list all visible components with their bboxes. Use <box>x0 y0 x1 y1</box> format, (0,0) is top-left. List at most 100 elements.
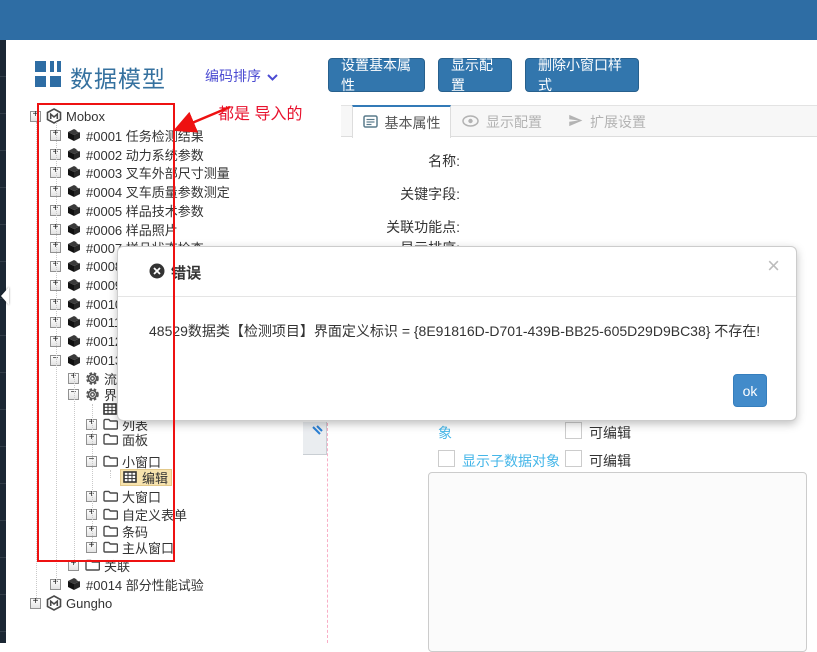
tree-item-content: #0013 <box>66 352 122 368</box>
editable-checkbox-1[interactable] <box>565 422 582 439</box>
tree-item-label: #0002 动力系统参数 <box>86 145 204 164</box>
tree-guide-line <box>110 470 111 478</box>
dialog-header: 错误 × <box>118 247 796 297</box>
tab-extend-label: 扩展设置 <box>590 112 646 132</box>
tree-item-label: 主从窗口 <box>122 538 174 557</box>
tree-item-content: Gungho <box>46 595 112 611</box>
collapse-arrow-icon[interactable] <box>1 287 9 305</box>
folder-icon <box>102 431 118 447</box>
tree-item-label: 关联 <box>104 556 130 575</box>
grid-logo-icon <box>35 61 61 87</box>
tab-basic-props[interactable]: 基本属性 <box>352 105 451 138</box>
display-config-button[interactable]: 显示配置 <box>438 58 512 92</box>
sort-label: 编码排序 <box>205 66 261 86</box>
tree-item-label: 面板 <box>122 430 148 449</box>
close-icon[interactable]: × <box>767 255 780 277</box>
tree-item-content: #0010 <box>66 296 122 312</box>
folder-icon <box>102 539 118 555</box>
wrapped-label-tail: 象 <box>438 423 452 443</box>
selected-tree-item: 编辑 <box>120 469 172 486</box>
show-child-checkbox[interactable] <box>438 450 455 467</box>
tab-display-config[interactable]: 显示配置 <box>462 105 542 138</box>
cube-icon <box>66 127 82 143</box>
content-panel <box>428 472 807 652</box>
tree-item-content: #0005 样品技术参数 <box>66 201 204 220</box>
tree-item-content: #0001 任务检测结果 <box>66 126 204 145</box>
cube-icon <box>66 296 82 312</box>
tree-item-label: #0003 叉车外部尺寸测量 <box>86 163 230 182</box>
dialog-message: 48529数据类【检测项目】界面定义标识 = {8E91816D-D701-43… <box>149 321 776 341</box>
tab-basic-label: 基本属性 <box>385 113 441 133</box>
page-title: 数据模型 <box>70 60 166 94</box>
editable-label-1: 可编辑 <box>589 423 631 443</box>
annotation-text: 都是 导入的 <box>218 100 302 124</box>
related-function-label: 关联功能点: <box>320 217 460 237</box>
tree-item-content: Mobox <box>46 108 105 124</box>
tree-item-label: Mobox <box>66 109 105 124</box>
cube-icon <box>66 239 82 255</box>
cube-icon <box>66 146 82 162</box>
key-field-label: 关键字段: <box>320 184 460 204</box>
send-icon <box>568 113 583 131</box>
tree-guide-line <box>36 122 37 600</box>
cube-icon <box>66 221 82 237</box>
cube-icon <box>66 258 82 274</box>
cube-icon <box>66 576 82 592</box>
show-child-label: 显示子数据对象 <box>462 451 560 471</box>
cube-icon <box>66 277 82 293</box>
tree-item-content: 主从窗口 <box>102 538 174 557</box>
editable-label-2: 可编辑 <box>589 451 631 471</box>
tree-item-content: 关联 <box>84 556 130 575</box>
tree-item-content: #0003 叉车外部尺寸测量 <box>66 163 230 182</box>
tree-guide-line <box>74 372 75 564</box>
tree-item-label: 编辑 <box>142 468 168 487</box>
cube-icon <box>66 183 82 199</box>
ok-button[interactable]: ok <box>733 374 767 407</box>
set-basic-props-button[interactable]: 设置基本属性 <box>328 58 425 92</box>
cube-icon <box>66 352 82 368</box>
tree-item-content: #0009 <box>66 277 122 293</box>
editable-checkbox-2[interactable] <box>565 450 582 467</box>
dialog-title: 错误 <box>149 262 201 283</box>
tree-item-content: #0014 部分性能试验 <box>66 575 204 594</box>
cube-icon <box>66 314 82 330</box>
tree-item-content: #0002 动力系统参数 <box>66 145 204 164</box>
eye-icon <box>462 114 479 130</box>
folder-icon <box>102 506 118 522</box>
logo-icon <box>46 595 62 611</box>
delete-small-window-style-button[interactable]: 删除小窗口样式 <box>525 58 639 92</box>
tree-item-label: #0005 样品技术参数 <box>86 201 204 220</box>
tree-item-label: #0014 部分性能试验 <box>86 575 204 594</box>
tree-item-label: Gungho <box>66 596 112 611</box>
tree-item-content: #0011 <box>66 314 121 330</box>
tree-item-content: #0004 叉车质量参数测定 <box>66 182 230 201</box>
tree-item-content: 面板 <box>102 430 148 449</box>
tree-item-label: #0001 任务检测结果 <box>86 126 204 145</box>
chevron-down-icon <box>267 68 278 84</box>
logo-icon <box>46 108 62 124</box>
gear-icon <box>84 386 100 402</box>
tree-item-content: #0012 <box>66 333 122 349</box>
tree-item-content: #0008 <box>66 258 122 274</box>
folder-icon <box>102 488 118 504</box>
cube-icon <box>66 202 82 218</box>
tree-item-label: #0006 样品照片 <box>86 220 178 239</box>
grid-icon <box>122 469 138 485</box>
tree-item-label: #0004 叉车质量参数测定 <box>86 182 230 201</box>
tree-item-label: 大窗口 <box>122 487 161 506</box>
tab-display-label: 显示配置 <box>486 112 542 132</box>
tree-guide-line <box>92 404 93 546</box>
form-icon <box>363 115 378 131</box>
cube-icon <box>66 164 82 180</box>
tab-extend-settings[interactable]: 扩展设置 <box>568 105 646 138</box>
name-label: 名称: <box>320 151 460 171</box>
folder-icon <box>102 453 118 469</box>
top-bar <box>0 0 817 40</box>
expand-plus-icon[interactable]: + <box>30 111 41 122</box>
sort-dropdown[interactable]: 编码排序 <box>205 66 278 86</box>
tree-item-content: #0006 样品照片 <box>66 220 178 239</box>
error-icon <box>149 263 165 283</box>
tree-guide-line <box>56 122 57 582</box>
cube-icon <box>66 333 82 349</box>
folder-icon <box>84 557 100 573</box>
